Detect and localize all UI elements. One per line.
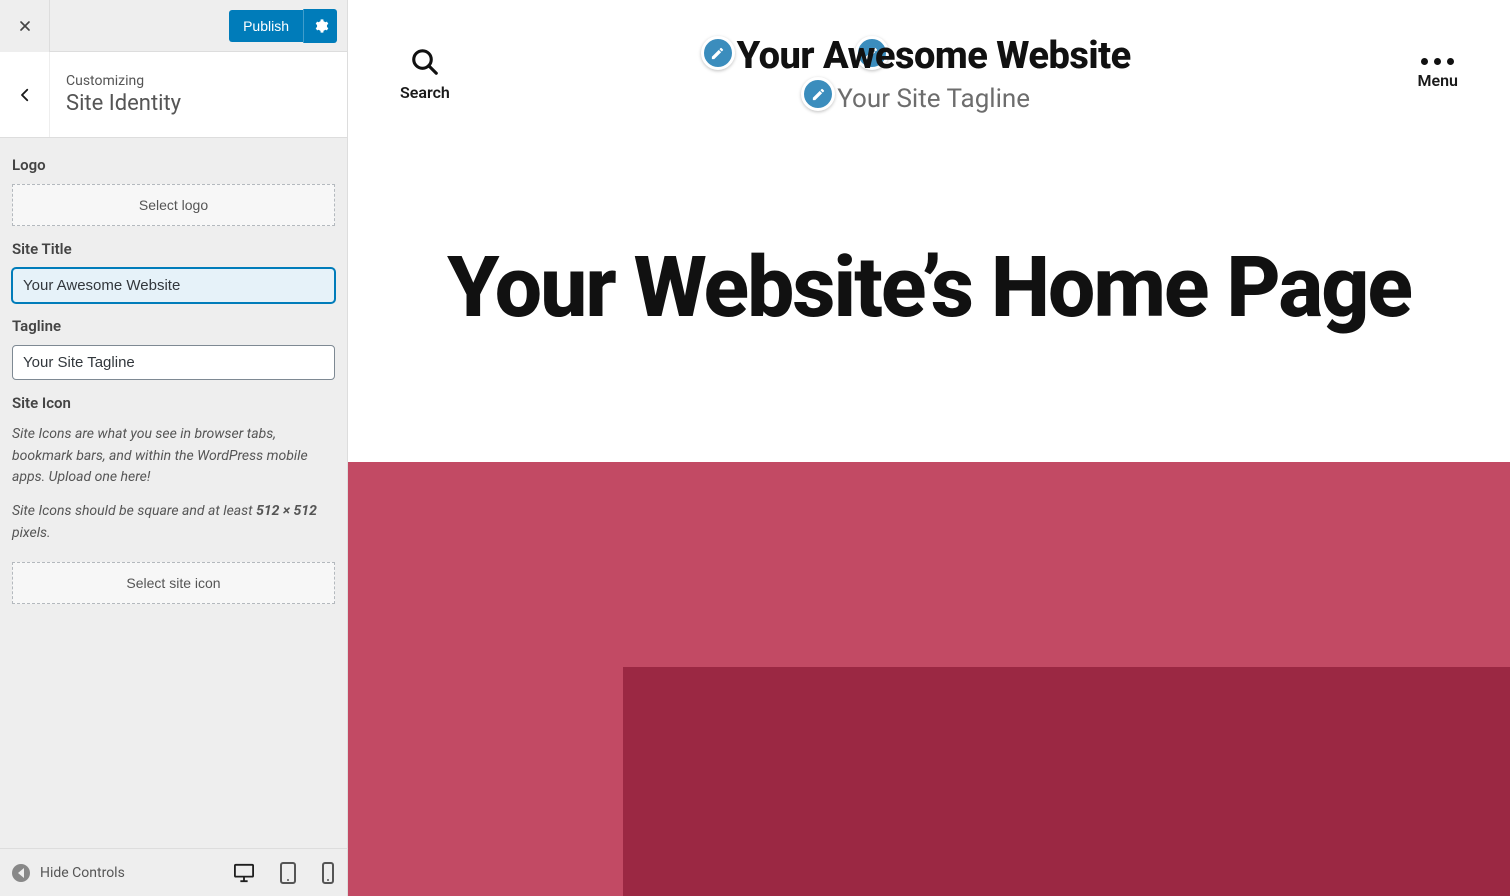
search-toggle[interactable]: Search	[400, 47, 450, 102]
tagline-input[interactable]	[12, 345, 335, 380]
search-icon	[410, 47, 440, 77]
tablet-icon	[279, 862, 297, 884]
search-label: Search	[400, 83, 450, 102]
publish-button-group: Publish	[229, 9, 337, 43]
close-icon	[17, 18, 33, 34]
edit-shortcut-tagline[interactable]	[801, 77, 835, 111]
logo-label: Logo	[12, 156, 335, 174]
select-site-icon-button[interactable]: Select site icon	[12, 562, 335, 604]
edit-shortcut-title-left[interactable]	[701, 36, 735, 70]
publish-settings-button[interactable]	[303, 9, 337, 43]
menu-toggle[interactable]: Menu	[1418, 58, 1458, 90]
sidebar-topbar: Publish	[0, 0, 347, 52]
panel-body: Logo Select logo Site Title Tagline Site…	[0, 138, 347, 848]
device-tablet[interactable]	[279, 862, 297, 884]
featured-image-block	[348, 462, 1510, 896]
device-mobile[interactable]	[321, 862, 335, 884]
panel-breadcrumb: Customizing	[66, 73, 181, 89]
device-desktop[interactable]	[233, 863, 255, 883]
site-icon-label: Site Icon	[12, 394, 335, 412]
tagline-label: Tagline	[12, 317, 335, 335]
preview-header: Search Your Awesome Website Your Site Ta…	[348, 0, 1510, 114]
ellipsis-icon	[1421, 58, 1454, 65]
pencil-icon	[710, 46, 725, 61]
hide-controls-label: Hide Controls	[40, 865, 125, 881]
close-customizer-button[interactable]	[0, 0, 50, 52]
site-icon-help-1: Site Icons are what you see in browser t…	[12, 424, 335, 489]
back-button[interactable]	[0, 52, 50, 137]
site-branding: Your Awesome Website Your Site Tagline	[737, 34, 1131, 114]
collapse-icon	[12, 864, 30, 882]
publish-button[interactable]: Publish	[229, 10, 303, 42]
preview-site-tagline: Your Site Tagline	[837, 84, 1030, 114]
customizer-sidebar: Publish Customizing Site Identity Logo S…	[0, 0, 348, 896]
site-title-input[interactable]	[12, 268, 335, 303]
menu-label: Menu	[1418, 71, 1458, 90]
gear-icon	[313, 18, 329, 34]
panel-title: Site Identity	[66, 91, 181, 116]
site-icon-help-2: Site Icons should be square and at least…	[12, 501, 335, 544]
pencil-icon	[811, 87, 826, 102]
desktop-icon	[233, 863, 255, 883]
sidebar-footer: Hide Controls	[0, 848, 347, 896]
page-title: Your Website’s Home Page	[348, 244, 1510, 332]
device-preview-switcher	[233, 862, 335, 884]
preview-site-title[interactable]: Your Awesome Website	[737, 34, 1131, 78]
site-title-label: Site Title	[12, 240, 335, 258]
select-logo-button[interactable]: Select logo	[12, 184, 335, 226]
panel-header: Customizing Site Identity	[0, 52, 347, 138]
preview-pane: Search Your Awesome Website Your Site Ta…	[348, 0, 1510, 896]
mobile-icon	[321, 862, 335, 884]
hide-controls-button[interactable]: Hide Controls	[12, 864, 125, 882]
chevron-left-icon	[16, 86, 34, 104]
featured-image-inner	[623, 667, 1510, 896]
